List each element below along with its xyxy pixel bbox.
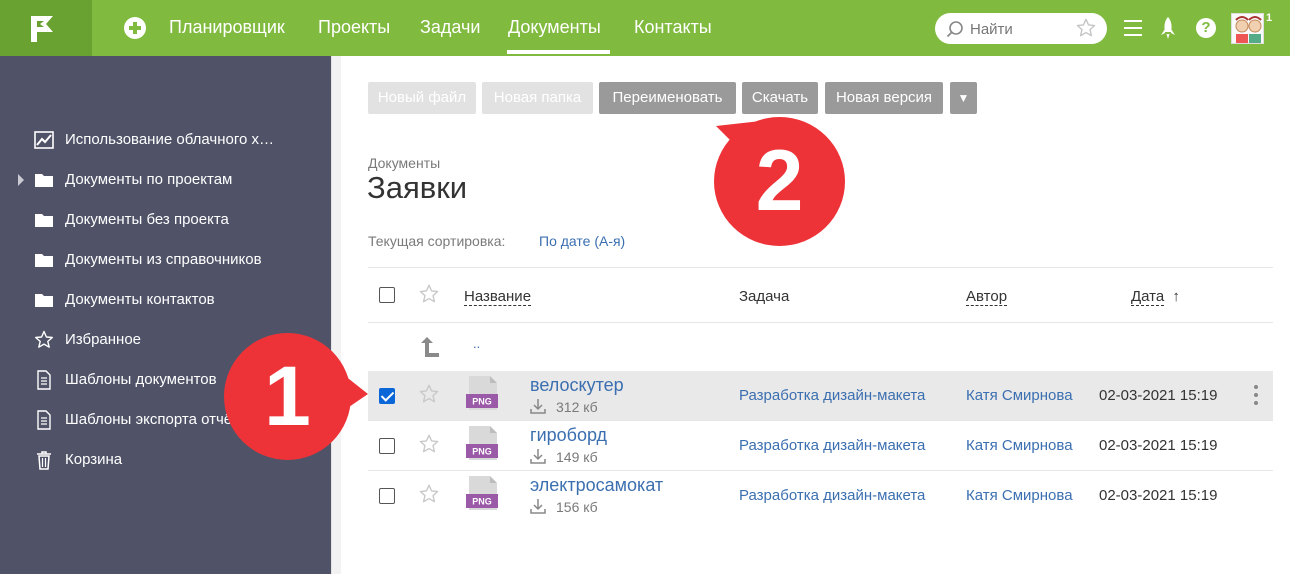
sidebar-item-project-docs[interactable]: Документы по проектам	[0, 160, 331, 200]
svg-text:PNG: PNG	[472, 447, 492, 457]
sort-label: Текущая сортировка:	[368, 233, 506, 249]
select-all-checkbox[interactable]	[379, 287, 395, 303]
png-file-icon[interactable]: PNG	[466, 426, 500, 460]
column-date-header[interactable]: Дата ↑	[1131, 288, 1180, 306]
download-icon[interactable]	[530, 398, 546, 414]
file-name-link[interactable]: электросамокат	[530, 475, 663, 496]
sidebar-item-no-project-docs[interactable]: Документы без проекта	[0, 200, 331, 240]
page-title: Заявки	[367, 170, 468, 205]
row-favorite-star-icon[interactable]	[418, 383, 440, 405]
author-link[interactable]: Катя Смирнова	[966, 437, 1073, 454]
sidebar-item-label: Документы контактов	[65, 291, 215, 308]
column-date-label[interactable]: Дата	[1131, 288, 1165, 306]
author-link[interactable]: Катя Смирнова	[966, 387, 1073, 404]
author-link[interactable]: Катя Смирнова	[966, 487, 1073, 504]
search-icon	[946, 21, 963, 38]
file-name-link[interactable]: велоскутер	[530, 375, 624, 396]
top-navigation-bar: Планировщик Проекты Задачи Документы Кон…	[0, 0, 1290, 56]
row-divider	[368, 470, 1273, 471]
row-divider	[368, 420, 1273, 421]
file-name-link[interactable]: гироборд	[530, 425, 607, 446]
folder-icon	[35, 294, 53, 307]
svg-text:PNG: PNG	[472, 397, 492, 407]
svg-text:PNG: PNG	[472, 497, 492, 507]
sidebar-item-contact-docs[interactable]: Документы контактов	[0, 280, 331, 320]
file-size: 156 кб	[556, 499, 598, 515]
favorite-all-star-icon[interactable]	[418, 283, 440, 305]
nav-contacts[interactable]: Контакты	[634, 17, 712, 38]
logo-flag-icon	[31, 16, 53, 42]
user-avatar[interactable]	[1231, 13, 1264, 44]
column-name-header[interactable]: Название	[464, 288, 532, 306]
document-icon	[37, 410, 51, 430]
nav-tasks[interactable]: Задачи	[420, 17, 480, 38]
new-folder-button[interactable]: Новая папка	[482, 82, 593, 114]
folder-icon	[35, 254, 53, 267]
expand-caret-icon[interactable]	[18, 174, 24, 186]
nav-active-indicator	[507, 50, 610, 54]
avatar-image-icon	[1232, 14, 1263, 43]
menu-icon[interactable]	[1124, 20, 1142, 36]
sidebar-item-storage-usage[interactable]: Использование облачного хранилища	[0, 120, 331, 160]
row-menu-kebab-icon[interactable]	[1254, 385, 1258, 405]
file-date: 02-03-2021 15:19	[1099, 437, 1218, 454]
trash-icon	[37, 451, 51, 470]
favorite-star-icon[interactable]	[1075, 17, 1097, 39]
add-new-icon[interactable]	[124, 17, 146, 39]
download-icon[interactable]	[530, 498, 546, 514]
sort-ascending-arrow-icon: ↑	[1172, 288, 1180, 305]
chart-icon	[34, 131, 54, 149]
column-name-label[interactable]: Название	[464, 288, 532, 306]
nav-projects[interactable]: Проекты	[318, 17, 390, 38]
table-top-divider	[368, 267, 1273, 268]
document-icon	[37, 370, 51, 390]
new-file-button[interactable]: Новый файл	[368, 82, 476, 114]
file-size: 312 кб	[556, 399, 598, 415]
column-task-header: Задача	[739, 288, 790, 305]
sidebar-scrollbar[interactable]	[331, 56, 341, 574]
task-link[interactable]: Разработка дизайн-макета	[739, 437, 925, 454]
callout-badge-1: 1	[224, 333, 351, 460]
notification-count: 1	[1266, 12, 1273, 24]
png-file-icon[interactable]: PNG	[466, 376, 500, 410]
file-size: 149 кб	[556, 449, 598, 465]
sidebar-item-label: Документы без проекта	[65, 211, 229, 228]
task-link[interactable]: Разработка дизайн-макета	[739, 487, 925, 504]
parent-folder-arrow-icon[interactable]	[418, 336, 440, 358]
star-icon	[35, 330, 53, 348]
column-author-label[interactable]: Автор	[966, 288, 1008, 306]
more-actions-button[interactable]: ▼	[950, 82, 977, 114]
png-file-icon[interactable]: PNG	[466, 476, 500, 510]
nav-planner[interactable]: Планировщик	[169, 17, 285, 38]
logo-arrow	[92, 0, 116, 56]
folder-icon	[35, 214, 53, 227]
row-favorite-star-icon[interactable]	[418, 433, 440, 455]
help-icon[interactable]: ?	[1196, 18, 1216, 38]
task-link[interactable]: Разработка дизайн-макета	[739, 387, 925, 404]
sort-toggle-link[interactable]: По дате (А-я)	[539, 233, 625, 249]
parent-folder-link[interactable]: ..	[473, 336, 480, 351]
row-favorite-star-icon[interactable]	[418, 483, 440, 505]
search-input[interactable]	[970, 19, 1070, 39]
row-checkbox[interactable]	[379, 488, 395, 504]
sidebar-item-label: Документы по проектам	[65, 171, 233, 188]
sidebar-item-label: Использование облачного хранилища	[65, 131, 280, 148]
column-author-header[interactable]: Автор	[966, 288, 1008, 306]
rocket-icon[interactable]	[1160, 16, 1176, 40]
folder-icon	[35, 174, 53, 187]
download-icon[interactable]	[530, 448, 546, 464]
sidebar-item-label: Документы из справочников	[65, 251, 262, 268]
table-header-divider	[368, 322, 1273, 323]
file-date: 02-03-2021 15:19	[1099, 387, 1218, 404]
breadcrumb[interactable]: Документы	[368, 155, 440, 171]
file-date: 02-03-2021 15:19	[1099, 487, 1218, 504]
callout-badge-2: 2	[714, 117, 845, 246]
nav-documents[interactable]: Документы	[508, 17, 601, 38]
sidebar-item-reference-docs[interactable]: Документы из справочников	[0, 240, 331, 280]
